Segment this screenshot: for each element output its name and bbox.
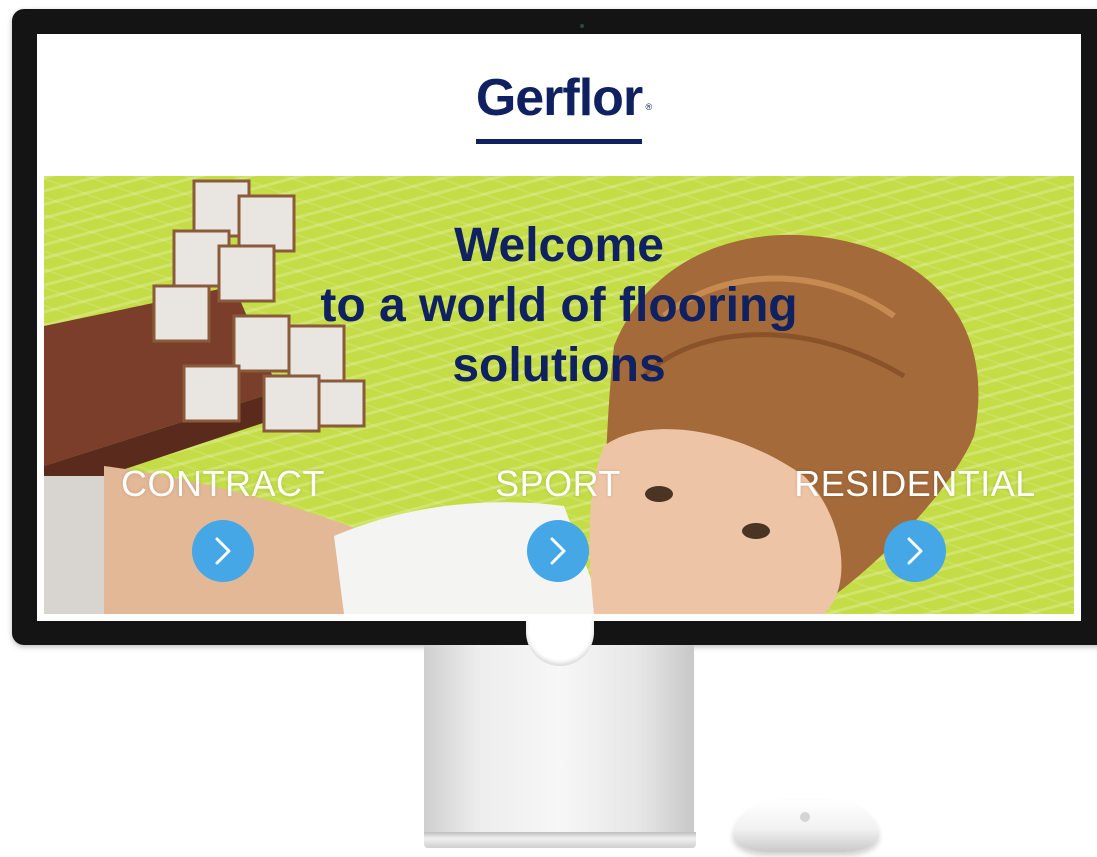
category-contract-label[interactable]: CONTRACT	[93, 464, 353, 504]
monitor-stand-base	[424, 832, 696, 848]
category-sport-label[interactable]: SPORT	[428, 464, 688, 504]
chevron-right-icon	[215, 537, 231, 565]
contract-arrow-button[interactable]	[192, 520, 254, 582]
residential-arrow-button[interactable]	[884, 520, 946, 582]
hero-title-line-2: to a world of flooring	[320, 279, 798, 332]
hero-banner: Welcome to a world of flooring solutions…	[44, 176, 1074, 614]
monitor-stand	[424, 645, 694, 845]
sport-arrow-button[interactable]	[527, 520, 589, 582]
screen: Gerflor ® Welcome to a world of flooring…	[37, 34, 1081, 621]
chevron-right-icon	[907, 537, 923, 565]
hero-title-line-1: Welcome	[454, 219, 664, 272]
logo-text: Gerflor	[475, 69, 643, 127]
gerflor-logo[interactable]: Gerflor ®	[475, 69, 652, 144]
registered-mark: ®	[645, 102, 653, 112]
chevron-right-icon	[550, 537, 566, 565]
hero-title: Welcome to a world of flooring solutions	[44, 216, 1074, 396]
category-sport: SPORT	[428, 464, 688, 582]
magic-mouse	[733, 800, 879, 852]
camera-dot	[580, 24, 584, 28]
header: Gerflor ®	[37, 69, 1081, 144]
apple-logo-icon	[800, 812, 810, 822]
hero-title-line-3: solutions	[452, 339, 666, 392]
logo-underline	[475, 139, 643, 144]
category-residential: RESIDENTIAL	[785, 464, 1045, 582]
category-residential-label[interactable]: RESIDENTIAL	[785, 464, 1045, 504]
category-contract: CONTRACT	[93, 464, 353, 582]
